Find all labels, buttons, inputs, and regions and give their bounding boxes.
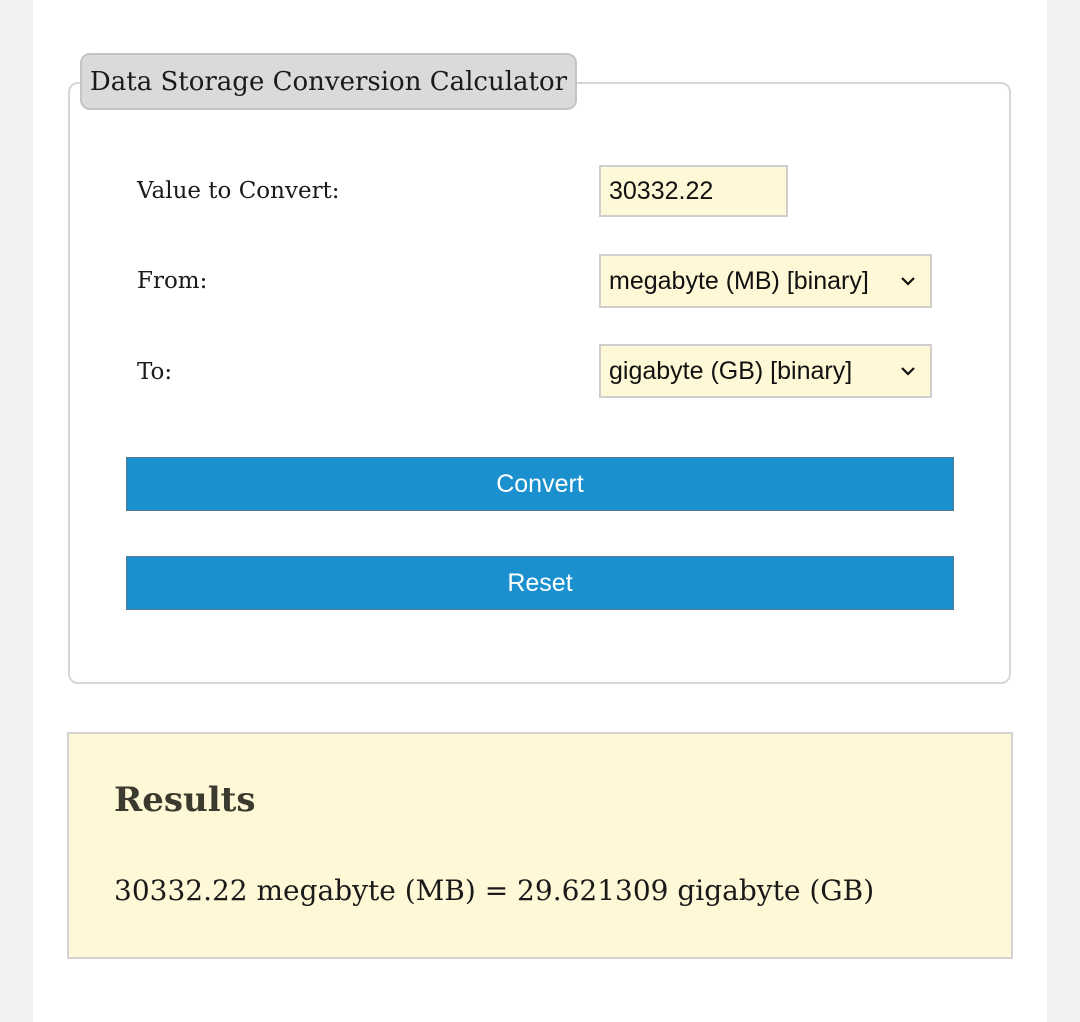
value-input[interactable]: 30332.22 — [599, 165, 788, 217]
reset-button[interactable]: Reset — [126, 556, 954, 610]
chevron-down-icon — [896, 269, 920, 293]
from-label: From: — [137, 268, 208, 294]
results-text: 30332.22 megabyte (MB) = 29.621309 gigab… — [114, 874, 875, 907]
to-unit-selected: gigabyte (GB) [binary] — [609, 356, 853, 385]
results-title: Results — [114, 780, 256, 820]
from-unit-select[interactable]: megabyte (MB) [binary] — [599, 254, 932, 308]
value-label: Value to Convert: — [137, 178, 340, 204]
to-label: To: — [137, 359, 173, 385]
convert-button[interactable]: Convert — [126, 457, 954, 511]
calculator-title: Data Storage Conversion Calculator — [80, 53, 577, 110]
chevron-down-icon — [896, 359, 920, 383]
to-unit-select[interactable]: gigabyte (GB) [binary] — [599, 344, 932, 398]
page-content: Data Storage Conversion Calculator Value… — [33, 0, 1047, 1022]
results-panel: Results 30332.22 megabyte (MB) = 29.6213… — [67, 732, 1013, 959]
from-unit-selected: megabyte (MB) [binary] — [609, 266, 869, 295]
